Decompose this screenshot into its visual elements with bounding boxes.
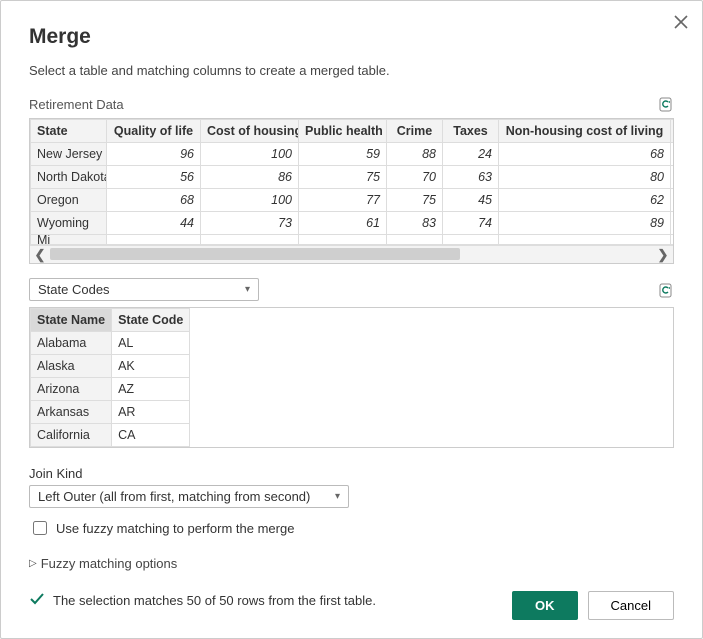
data-cell[interactable]: 74 [443,212,499,235]
data-cell[interactable]: 83 [387,212,443,235]
data-cell[interactable]: 56 [107,166,201,189]
table-row[interactable]: Oregon6810077754562 [31,189,675,212]
data-cell[interactable]: 100 [201,189,299,212]
status-text: The selection matches 50 of 50 rows from… [53,593,376,608]
table-row[interactable]: CaliforniaCA [31,424,190,447]
state-cell[interactable]: North Dakota [31,166,107,189]
state-name-cell[interactable]: Alabama [31,332,112,355]
column-header[interactable]: Crime [387,120,443,143]
state-code-cell[interactable]: AR [112,401,190,424]
state-cell[interactable]: Wyoming [31,212,107,235]
close-icon[interactable] [674,15,688,32]
state-code-cell[interactable]: AK [112,355,190,378]
scroll-right-arrow[interactable]: ❯ [653,247,673,263]
triangle-right-icon: ▷ [29,558,37,569]
data-cell[interactable]: 73 [201,212,299,235]
data-cell[interactable]: 80 [499,166,671,189]
ok-button[interactable]: OK [512,591,578,620]
data-cell[interactable]: 59 [299,143,387,166]
state-name-cell[interactable]: Alaska [31,355,112,378]
table-row[interactable]: ArkansasAR [31,401,190,424]
data-cell[interactable]: 75 [299,166,387,189]
data-cell[interactable]: 100 [201,143,299,166]
scroll-track[interactable] [50,246,653,263]
table-row[interactable]: ArizonaAZ [31,378,190,401]
column-header[interactable]: Quality of life [107,120,201,143]
state-codes-table-container: State NameState Code AlabamaALAlaskaAKAr… [29,307,674,448]
merge-dialog: Merge Select a table and matching column… [0,0,703,639]
data-cell[interactable]: 75 [387,189,443,212]
table-row[interactable]: AlaskaAK [31,355,190,378]
second-table-header-row: State Codes ▾ [29,278,674,301]
retirement-data-table[interactable]: StateQuality of lifeCost of housingPubli… [30,119,674,245]
data-cell[interactable]: 96 [107,143,201,166]
join-kind-value: Left Outer (all from first, matching fro… [38,489,310,504]
join-kind-label: Join Kind [29,466,674,481]
refresh-icon[interactable] [658,282,674,298]
data-cell[interactable]: 61 [299,212,387,235]
table-row[interactable]: AlabamaAL [31,332,190,355]
dialog-title: Merge [29,25,674,49]
state-code-cell[interactable]: CA [112,424,190,447]
data-cell[interactable]: 86 [201,166,299,189]
state-name-cell[interactable]: California [31,424,112,447]
data-cell[interactable]: 77 [299,189,387,212]
data-cell[interactable]: 63 [443,166,499,189]
fuzzy-matching-checkbox[interactable] [33,521,47,535]
table-row[interactable]: New Jersey9610059882468 [31,143,675,166]
data-cell[interactable]: 45 [443,189,499,212]
data-cell[interactable]: 70 [387,166,443,189]
data-cell[interactable]: 88 [387,143,443,166]
state-code-cell[interactable]: AL [112,332,190,355]
data-cell[interactable]: 24 [443,143,499,166]
retirement-data-table-container: StateQuality of lifeCost of housingPubli… [29,118,674,264]
state-cell[interactable]: Oregon [31,189,107,212]
data-cell[interactable] [671,143,675,166]
column-header[interactable]: Ov [671,120,675,143]
second-table-dropdown-value: State Codes [38,282,110,297]
scroll-thumb[interactable] [50,248,460,260]
scroll-left-arrow[interactable]: ❮ [30,247,50,263]
data-cell[interactable] [671,212,675,235]
column-header[interactable]: State Code [112,309,190,332]
dialog-subtitle: Select a table and matching columns to c… [29,63,674,78]
state-code-cell[interactable]: AZ [112,378,190,401]
fuzzy-options-expander[interactable]: ▷ Fuzzy matching options [29,556,674,571]
data-cell[interactable] [671,166,675,189]
top-table-header-row: Retirement Data [29,96,674,112]
refresh-icon[interactable] [658,96,674,112]
column-header[interactable]: State [31,120,107,143]
table-row[interactable]: North Dakota568675706380 [31,166,675,189]
top-table-label: Retirement Data [29,97,124,112]
chevron-down-icon: ▾ [245,284,250,295]
second-table-dropdown[interactable]: State Codes ▾ [29,278,259,301]
state-cell[interactable]: New Jersey [31,143,107,166]
state-name-cell[interactable]: Arkansas [31,401,112,424]
fuzzy-matching-checkbox-row[interactable]: Use fuzzy matching to perform the merge [29,518,674,538]
horizontal-scrollbar[interactable]: ❮ ❯ [30,245,673,263]
column-header[interactable]: Cost of housing [201,120,299,143]
column-header[interactable]: Taxes [443,120,499,143]
state-codes-table[interactable]: State NameState Code AlabamaALAlaskaAKAr… [30,308,190,447]
data-cell[interactable]: 44 [107,212,201,235]
data-cell[interactable] [671,189,675,212]
data-cell[interactable]: 68 [499,143,671,166]
table-row[interactable]: Wyoming447361837489 [31,212,675,235]
data-cell[interactable]: 89 [499,212,671,235]
fuzzy-matching-label: Use fuzzy matching to perform the merge [56,521,294,536]
fuzzy-options-label: Fuzzy matching options [41,556,178,571]
checkmark-icon [29,591,45,610]
column-header[interactable]: Public health [299,120,387,143]
column-header[interactable]: Non-housing cost of living [499,120,671,143]
chevron-down-icon: ▾ [335,491,340,502]
dialog-footer: OK Cancel [512,591,674,620]
column-header[interactable]: State Name [31,309,112,332]
cancel-button[interactable]: Cancel [588,591,674,620]
data-cell[interactable]: 68 [107,189,201,212]
data-cell[interactable]: 62 [499,189,671,212]
table-row[interactable]: Mi [31,235,675,245]
state-name-cell[interactable]: Arizona [31,378,112,401]
join-kind-dropdown[interactable]: Left Outer (all from first, matching fro… [29,485,349,508]
